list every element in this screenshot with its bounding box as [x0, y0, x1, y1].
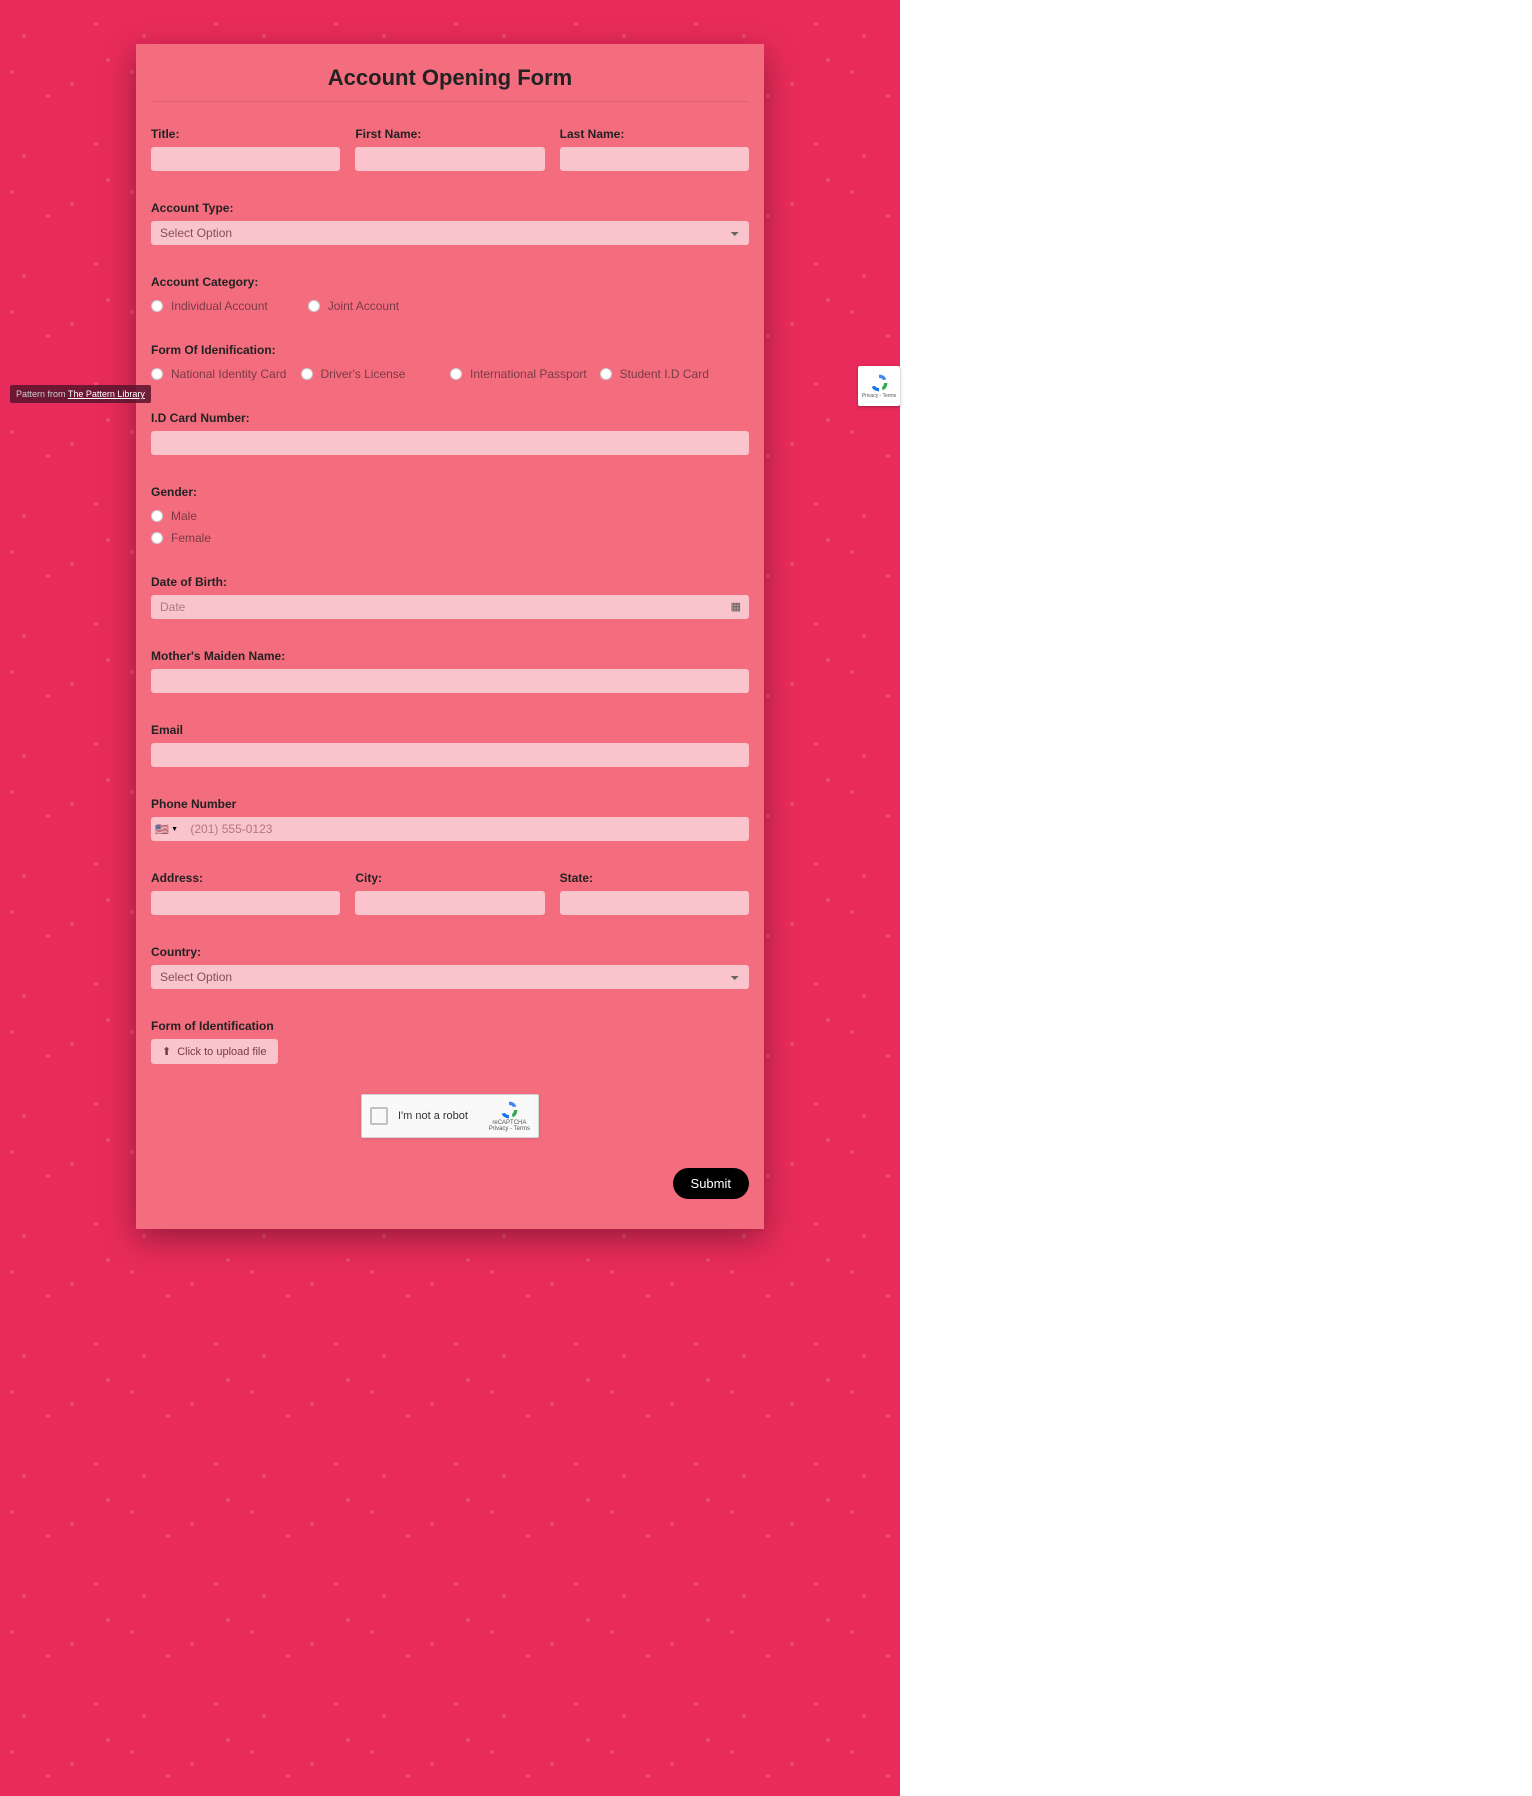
radio-input[interactable] — [600, 368, 612, 380]
label-email: Email — [151, 723, 749, 737]
upload-button[interactable]: ⬆ Click to upload file — [151, 1039, 278, 1064]
radio-input[interactable] — [301, 368, 313, 380]
radio-drivers-license[interactable]: Driver's License — [301, 367, 451, 381]
label-id-card-number: I.D Card Number: — [151, 411, 749, 425]
radio-input[interactable] — [450, 368, 462, 380]
mother-maiden-input[interactable] — [151, 669, 749, 693]
country-select[interactable]: Select Option — [151, 965, 749, 989]
label-state: State: — [560, 871, 749, 885]
recaptcha-text: I'm not a robot — [398, 1110, 489, 1122]
upload-label: Click to upload file — [177, 1046, 266, 1058]
radio-joint-account[interactable]: Joint Account — [308, 299, 399, 313]
title-input[interactable] — [151, 147, 340, 171]
city-input[interactable] — [355, 891, 544, 915]
recaptcha-widget[interactable]: I'm not a robot reCAPTCHA Privacy - Term… — [361, 1094, 539, 1138]
label-gender: Gender: — [151, 485, 749, 499]
chevron-down-icon: ▼ — [171, 826, 178, 833]
radio-label: Female — [171, 531, 211, 545]
recaptcha-logo: reCAPTCHA Privacy - Terms — [489, 1100, 530, 1132]
radio-label: Driver's License — [321, 367, 406, 381]
id-card-number-input[interactable] — [151, 431, 749, 455]
calendar-icon: ▦ — [731, 600, 741, 613]
label-title: Title: — [151, 127, 340, 141]
recaptcha-side-badge[interactable]: Privacy - Terms — [858, 366, 900, 406]
first-name-input[interactable] — [355, 147, 544, 171]
radio-input[interactable] — [151, 532, 163, 544]
radio-input[interactable] — [151, 300, 163, 312]
radio-male[interactable]: Male — [151, 509, 749, 523]
radio-national-id[interactable]: National Identity Card — [151, 367, 301, 381]
radio-input[interactable] — [308, 300, 320, 312]
recaptcha-checkbox[interactable] — [370, 1107, 388, 1125]
radio-label: International Passport — [470, 367, 587, 381]
label-last-name: Last Name: — [560, 127, 749, 141]
label-city: City: — [355, 871, 544, 885]
radio-label: Male — [171, 509, 197, 523]
radio-international-passport[interactable]: International Passport — [450, 367, 600, 381]
email-input[interactable] — [151, 743, 749, 767]
form-title: Account Opening Form — [151, 59, 749, 102]
pattern-attribution-badge: Pattern from The Pattern Library — [10, 385, 151, 403]
upload-icon: ⬆ — [162, 1045, 171, 1058]
state-input[interactable] — [560, 891, 749, 915]
label-country: Country: — [151, 945, 749, 959]
radio-student-id[interactable]: Student I.D Card — [600, 367, 750, 381]
radio-individual-account[interactable]: Individual Account — [151, 299, 268, 313]
pattern-library-link[interactable]: The Pattern Library — [68, 389, 145, 399]
label-form-of-id: Form Of Idenification: — [151, 343, 749, 357]
radio-label: Student I.D Card — [620, 367, 709, 381]
radio-input[interactable] — [151, 368, 163, 380]
account-type-select[interactable]: Select Option — [151, 221, 749, 245]
radio-label: Individual Account — [171, 299, 268, 313]
label-address: Address: — [151, 871, 340, 885]
recaptcha-icon — [499, 1100, 519, 1120]
last-name-input[interactable] — [560, 147, 749, 171]
submit-button[interactable]: Submit — [673, 1168, 749, 1199]
flag-icon: 🇺🇸 — [155, 823, 169, 836]
label-phone: Phone Number — [151, 797, 749, 811]
label-account-type: Account Type: — [151, 201, 749, 215]
label-first-name: First Name: — [355, 127, 544, 141]
label-account-category: Account Category: — [151, 275, 749, 289]
label-dob: Date of Birth: — [151, 575, 749, 589]
recaptcha-icon — [869, 373, 889, 393]
phone-country-selector[interactable]: 🇺🇸 ▼ — [151, 817, 181, 841]
label-form-of-identification: Form of Identification — [151, 1019, 749, 1033]
label-mother-maiden: Mother's Maiden Name: — [151, 649, 749, 663]
form-card: Account Opening Form Title: First Name: … — [136, 44, 764, 1229]
radio-label: National Identity Card — [171, 367, 286, 381]
phone-input[interactable] — [181, 817, 749, 841]
radio-label: Joint Account — [328, 299, 399, 313]
right-whitespace — [900, 0, 1532, 1796]
dob-input[interactable] — [151, 595, 749, 619]
radio-input[interactable] — [151, 510, 163, 522]
address-input[interactable] — [151, 891, 340, 915]
radio-female[interactable]: Female — [151, 531, 749, 545]
badge-prefix: Pattern from — [16, 389, 68, 399]
